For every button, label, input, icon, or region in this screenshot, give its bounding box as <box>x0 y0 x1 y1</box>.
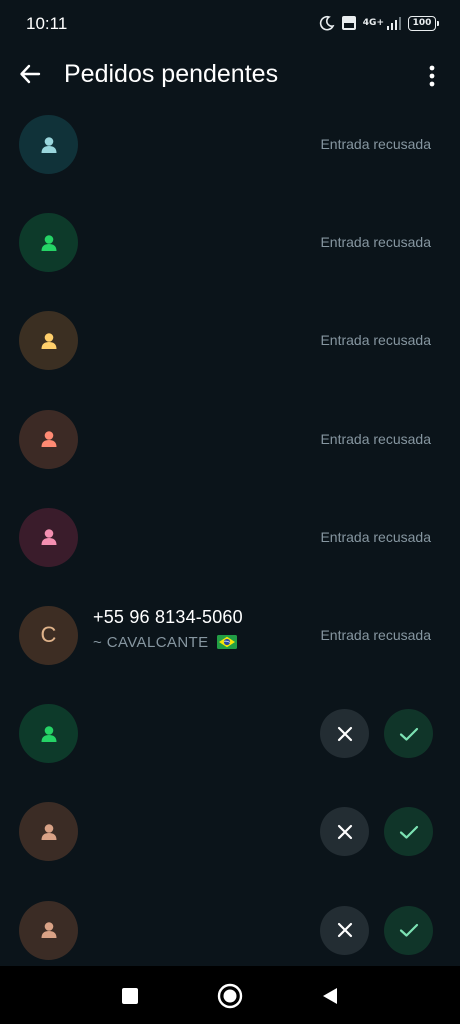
contact-pushname: ~ CAVALCANTE <box>93 633 209 651</box>
brazil-flag-icon <box>216 635 237 650</box>
more-options-button[interactable] <box>420 58 444 94</box>
avatar[interactable]: C <box>19 605 78 665</box>
do-not-disturb-icon <box>319 15 335 31</box>
avatar[interactable] <box>19 409 78 469</box>
request-row[interactable] <box>0 685 460 783</box>
request-status: Entrada recusada <box>320 626 431 643</box>
avatar-letter: C <box>40 622 57 648</box>
signal-icon <box>387 17 401 30</box>
request-status: Entrada recusada <box>320 332 431 349</box>
status-time: 10:11 <box>26 14 68 33</box>
avatar[interactable] <box>19 213 78 273</box>
accept-button[interactable] <box>384 807 433 857</box>
person-icon <box>41 136 56 153</box>
battery-icon: 100 <box>408 15 439 31</box>
network-type-icon: 4G+ <box>362 18 384 28</box>
avatar[interactable] <box>19 507 78 567</box>
reject-button[interactable] <box>320 905 369 955</box>
pending-requests-list: Entrada recusada Entrada recusada Entrada … <box>0 96 460 980</box>
contact-phone: +55 96 8134-5060 <box>93 606 243 627</box>
avatar[interactable] <box>19 802 78 862</box>
person-icon <box>41 922 56 938</box>
contact-subtitle: ~ CAVALCANTE <box>93 634 243 651</box>
person-icon <box>41 824 56 840</box>
close-icon <box>337 922 352 938</box>
check-icon <box>399 923 418 937</box>
recents-square-icon <box>122 988 138 1004</box>
request-row[interactable]: Entrada recusada <box>0 489 460 587</box>
contact-info: +55 96 8134-5060 ~ CAVALCANTE <box>93 607 243 651</box>
arrow-back-icon <box>20 64 41 84</box>
request-row[interactable]: Entrada recusada <box>0 96 460 194</box>
accept-button[interactable] <box>384 709 433 759</box>
request-status: Entrada recusada <box>320 234 431 251</box>
avatar[interactable] <box>19 704 78 764</box>
request-row[interactable]: Entrada recusada <box>0 194 460 292</box>
check-icon <box>399 727 418 741</box>
reject-button[interactable] <box>320 709 369 759</box>
request-status: Entrada recusada <box>320 430 431 447</box>
person-icon <box>41 333 56 349</box>
check-icon <box>399 825 418 839</box>
home-button[interactable] <box>217 983 243 1009</box>
request-row[interactable]: Entrada recusada <box>0 292 460 390</box>
volte-icon <box>341 16 356 30</box>
home-circle-icon <box>217 983 243 1009</box>
back-nav-button[interactable] <box>317 983 343 1009</box>
avatar[interactable] <box>19 311 78 371</box>
status-icons: 4G+ 100 <box>319 13 439 33</box>
recents-button[interactable] <box>117 983 143 1009</box>
close-icon <box>337 726 352 741</box>
request-row[interactable] <box>0 783 460 881</box>
person-icon <box>41 431 56 448</box>
avatar[interactable] <box>19 115 78 174</box>
avatar[interactable] <box>19 900 78 960</box>
back-button[interactable] <box>14 58 46 90</box>
status-bar: 10:11 4G+ 100 <box>0 0 460 46</box>
request-status: Entrada recusada <box>320 136 431 152</box>
back-triangle-icon <box>323 988 337 1004</box>
accept-button[interactable] <box>384 905 433 955</box>
request-row[interactable]: Entrada recusada <box>0 391 460 489</box>
navigation-bar <box>0 966 460 1024</box>
person-icon <box>41 529 56 546</box>
person-icon <box>41 725 56 742</box>
reject-button[interactable] <box>320 807 369 857</box>
page-title: Pedidos pendentes <box>64 60 279 88</box>
request-row[interactable]: C +55 96 8134-5060 ~ CAVALCANTE Entrada rec… <box>0 587 460 685</box>
request-status: Entrada recusada <box>320 528 431 545</box>
request-row[interactable] <box>0 882 460 980</box>
more-vert-icon <box>429 65 435 87</box>
close-icon <box>337 824 352 839</box>
person-icon <box>41 234 56 251</box>
